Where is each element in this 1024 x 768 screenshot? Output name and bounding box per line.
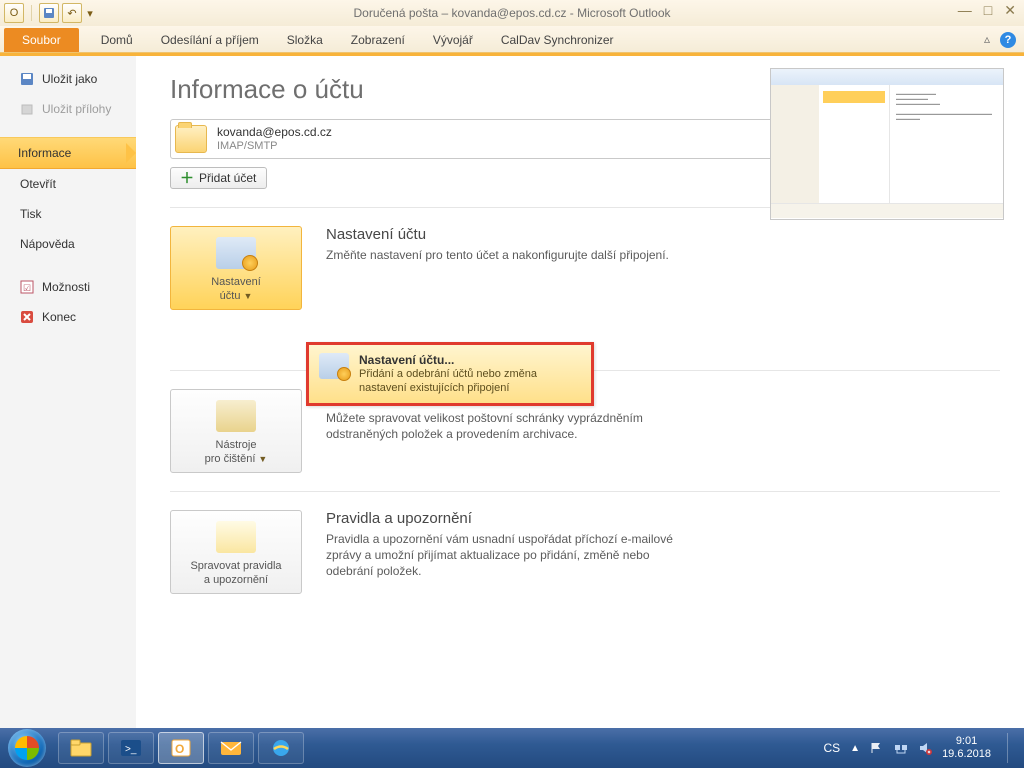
account-settings-icon <box>216 237 256 269</box>
sidebar-exit-label: Konec <box>42 310 76 324</box>
account-settings-button-line2: účtu <box>220 290 241 302</box>
backstage-view: Uložit jako Uložit přílohy Informace Ote… <box>0 56 1024 729</box>
account-settings-heading: Nastavení účtu <box>326 226 686 243</box>
sidebar-options-label: Možnosti <box>42 280 90 294</box>
svg-text:☑: ☑ <box>23 283 31 293</box>
window-title: Doručená pošta – kovanda@epos.cd.cz - Mi… <box>0 6 1024 20</box>
account-preview-thumbnail: ▬▬▬▬▬▬▬▬▬▬▬▬▬▬▬▬▬▬▬▬▬▬▬▬▬▬▬▬▬▬▬▬▬▬▬▬▬▬▬▬… <box>770 68 1004 220</box>
sidebar-options[interactable]: ☑ Možnosti <box>0 272 136 302</box>
tab-view[interactable]: Zobrazení <box>337 28 419 52</box>
tray-clock[interactable]: 9:01 19.6.2018 <box>942 735 991 761</box>
rules-icon <box>216 521 256 553</box>
backstage-sidebar: Uložit jako Uložit přílohy Informace Ote… <box>0 56 136 729</box>
attachment-icon <box>20 102 34 116</box>
help-icon[interactable]: ? <box>1000 32 1016 48</box>
account-settings-button-line1: Nastavení <box>211 276 261 288</box>
tab-developer[interactable]: Vývojář <box>419 28 487 52</box>
rules-desc: Pravidla a upozornění vám usnadní uspořá… <box>326 531 686 579</box>
chevron-down-icon: ▼ <box>258 454 267 464</box>
rules-button[interactable]: Spravovat pravidla a upozornění <box>170 510 302 594</box>
window-titlebar: O ↶ ▾ Doručená pošta – kovanda@epos.cd.c… <box>0 0 1024 26</box>
maximize-icon[interactable]: □ <box>984 2 992 19</box>
minimize-icon[interactable]: ― <box>958 2 972 19</box>
taskbar-powershell-icon[interactable]: >_ <box>108 732 154 764</box>
taskbar-explorer-icon[interactable] <box>58 732 104 764</box>
tray-flag-icon[interactable] <box>870 741 884 755</box>
rules-button-line1: Spravovat pravidla <box>190 560 281 572</box>
add-account-label: Přidat účet <box>199 171 256 185</box>
cleanup-desc: Můžete spravovat velikost poštovní schrá… <box>326 410 686 442</box>
add-account-button[interactable]: ＋ Přidat účet <box>170 167 267 189</box>
sidebar-help[interactable]: Nápověda <box>0 229 136 259</box>
cleanup-tools-button[interactable]: Nástroje pro čištění▼ <box>170 389 302 473</box>
tab-home[interactable]: Domů <box>87 28 147 52</box>
taskbar-ie-icon[interactable] <box>258 732 304 764</box>
sidebar-open[interactable]: Otevřít <box>0 169 136 199</box>
tray-time: 9:01 <box>942 735 991 748</box>
taskbar-outlook-icon[interactable]: O <box>158 732 204 764</box>
section-account-settings: Nastavení účtu▼ Nastavení účtu Změňte na… <box>170 226 1000 310</box>
account-email: kovanda@epos.cd.cz <box>217 125 332 139</box>
tray-volume-icon[interactable] <box>918 741 932 755</box>
show-desktop-button[interactable] <box>1007 733 1016 763</box>
tray-language[interactable]: CS <box>823 741 840 755</box>
plus-icon: ＋ <box>181 172 193 184</box>
sidebar-save-attachments-label: Uložit přílohy <box>42 102 111 116</box>
section-rules: Spravovat pravidla a upozornění Pravidla… <box>170 510 1000 594</box>
menu-item-title: Nastavení účtu... <box>359 353 454 367</box>
sidebar-open-label: Otevřít <box>20 177 56 191</box>
sidebar-info-label: Informace <box>18 146 71 160</box>
sidebar-save-as-label: Uložit jako <box>42 72 97 86</box>
options-icon: ☑ <box>20 280 34 294</box>
svg-text:>_: >_ <box>125 744 137 755</box>
account-settings-button[interactable]: Nastavení účtu▼ <box>170 226 302 310</box>
account-settings-menu-item[interactable]: Nastavení účtu... Přidání a odebrání účt… <box>306 342 594 406</box>
account-folder-icon <box>175 125 207 153</box>
menu-item-desc-line2: nastavení existujících připojení <box>359 381 537 395</box>
sidebar-help-label: Nápověda <box>20 237 75 251</box>
menu-item-icon <box>319 353 349 379</box>
window-controls: ― □ ✕ <box>958 2 1016 19</box>
sidebar-print-label: Tisk <box>20 207 42 221</box>
exit-icon <box>20 310 34 324</box>
tray-show-hidden-icon[interactable]: ▲ <box>850 743 860 754</box>
minimize-ribbon-icon[interactable]: ▵ <box>984 32 990 48</box>
tab-caldav[interactable]: CalDav Synchronizer <box>487 28 628 52</box>
close-icon[interactable]: ✕ <box>1004 2 1016 19</box>
tab-file[interactable]: Soubor <box>4 28 79 52</box>
tray-date: 19.6.2018 <box>942 748 991 761</box>
sidebar-exit[interactable]: Konec <box>0 302 136 332</box>
backstage-content: Informace o účtu kovanda@epos.cd.cz IMAP… <box>136 56 1024 729</box>
tab-folder[interactable]: Složka <box>273 28 337 52</box>
chevron-down-icon: ▼ <box>243 291 252 301</box>
cleanup-button-line1: Nástroje <box>216 439 257 451</box>
ribbon-tabs: Soubor Domů Odesílání a příjem Složka Zo… <box>0 26 1024 53</box>
taskbar-mail-icon[interactable] <box>208 732 254 764</box>
cleanup-icon <box>216 400 256 432</box>
start-button[interactable] <box>8 729 46 767</box>
account-protocol: IMAP/SMTP <box>217 139 332 153</box>
rules-heading: Pravidla a upozornění <box>326 510 686 527</box>
menu-item-desc-line1: Přidání a odebrání účtů nebo změna <box>359 367 537 381</box>
sidebar-info[interactable]: Informace <box>0 137 136 169</box>
sidebar-save-as[interactable]: Uložit jako <box>0 64 136 94</box>
windows-taskbar: >_ O CS ▲ 9:01 19.6.2018 <box>0 728 1024 768</box>
system-tray: CS ▲ 9:01 19.6.2018 <box>823 733 1016 763</box>
rules-button-line2: a upozornění <box>204 574 268 586</box>
save-as-icon <box>20 72 34 86</box>
sidebar-save-attachments: Uložit přílohy <box>0 94 136 124</box>
svg-text:O: O <box>175 742 184 756</box>
tray-network-icon[interactable] <box>894 741 908 755</box>
account-settings-desc: Změňte nastavení pro tento účet a nakonf… <box>326 247 686 263</box>
sidebar-print[interactable]: Tisk <box>0 199 136 229</box>
tab-send-receive[interactable]: Odesílání a příjem <box>147 28 273 52</box>
cleanup-button-line2: pro čištění <box>205 453 256 465</box>
